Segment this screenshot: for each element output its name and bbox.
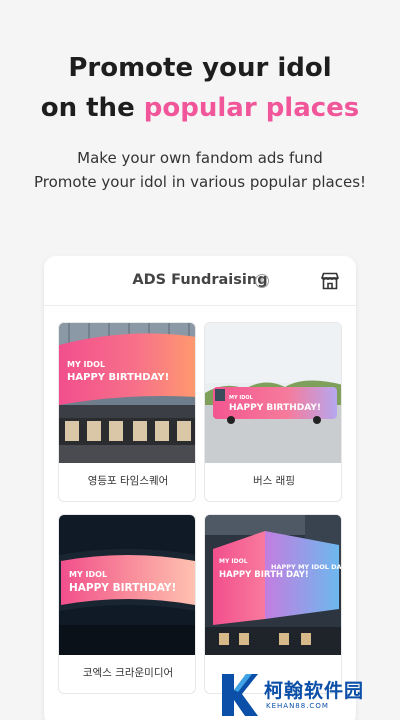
coex-crown-media-photo: MY IDOL HAPPY BIRTHDAY! (59, 515, 195, 655)
subline-1: Make your own fandom ads fund (77, 149, 323, 167)
watermark-subtext: KEHAN88.COM (266, 702, 329, 710)
ads-fundraising-card: ADS Fundraising i MY IDOL HAPPY BIRTHDAY… (44, 256, 356, 720)
card-header: ADS Fundraising i (44, 256, 356, 306)
headline-line-2-prefix: on the (40, 93, 144, 123)
hero-headline: Promote your idol on the popular places (0, 48, 400, 128)
tile-label: 코엑스 크라운미디어 (82, 667, 174, 679)
banner-top-text: MY IDOL (69, 570, 107, 579)
banner-top-text: MY IDOL (229, 395, 254, 401)
watermark: 柯翰软件园 KEHAN88.COM (218, 670, 400, 720)
banner-top-text: MY IDOL (219, 558, 248, 565)
banner-top-text: MY IDOL (67, 360, 105, 369)
ad-tile-bus-wrapping[interactable]: MY IDOL HAPPY BIRTHDAY! 버스 래핑 (204, 322, 342, 502)
times-square-photo: MY IDOL HAPPY BIRTHDAY! (59, 323, 195, 463)
banner-main-text: HAPPY BIRTHDAY! (69, 582, 176, 594)
hero-subline: Make your own fandom ads fund Promote yo… (0, 146, 400, 194)
bus-wrapping-photo: MY IDOL HAPPY BIRTHDAY! (205, 323, 341, 463)
headline-accent: popular places (143, 93, 360, 123)
corner-building-photo: MY IDOL HAPPY BIRTH DAY! HAPPY MY IDOL D… (205, 515, 342, 655)
store-icon[interactable] (320, 271, 340, 291)
banner-side-text: HAPPY MY IDOL DAY (271, 563, 342, 571)
watermark-text: 柯翰软件园 (264, 680, 365, 702)
banner-main-text: HAPPY BIRTHDAY! (229, 403, 321, 413)
info-icon[interactable]: i (255, 274, 269, 288)
ad-tile-corner-building[interactable]: MY IDOL HAPPY BIRTH DAY! HAPPY MY IDOL D… (204, 514, 342, 694)
tile-label: 영등포 타임스퀘어 (87, 475, 169, 487)
headline-line-1: Promote your idol (68, 53, 332, 83)
watermark-logo-icon (222, 674, 258, 716)
headline-line-2: on the popular places (0, 88, 400, 128)
banner-main-text: HAPPY BIRTHDAY! (67, 372, 169, 383)
ad-tile-times-square[interactable]: MY IDOL HAPPY BIRTHDAY! 영등포 타임스퀘어 (58, 322, 196, 502)
card-title: ADS Fundraising (132, 272, 268, 288)
subline-2: Promote your idol in various popular pla… (33, 173, 367, 191)
banner-main-text: HAPPY BIRTH DAY! (219, 570, 309, 580)
ad-tile-coex-crown-media[interactable]: MY IDOL HAPPY BIRTHDAY! 코엑스 크라운미디어 (58, 514, 196, 694)
tile-label: 버스 래핑 (253, 475, 295, 487)
